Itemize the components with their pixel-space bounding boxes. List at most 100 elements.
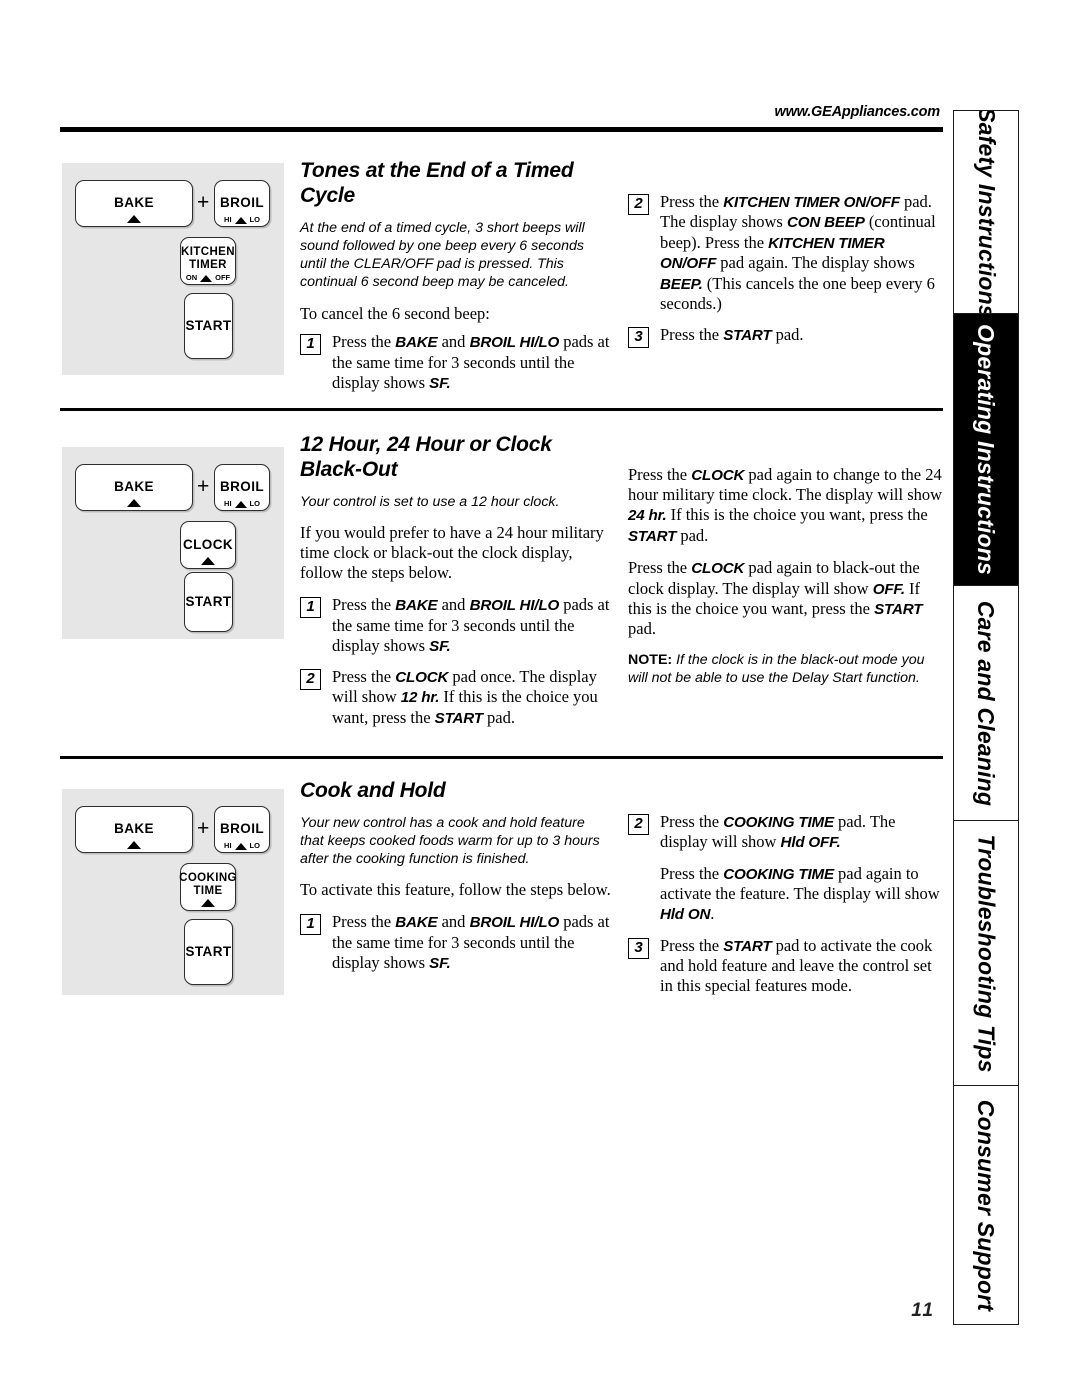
pad-label: BAKE [114, 479, 154, 495]
pad-broil-hi-lo[interactable]: BROIL HI LO [214, 464, 270, 511]
triangle-indicator-icon [234, 843, 247, 850]
pad-label: START [185, 593, 232, 609]
sidebar-tab-label: Safety Instructions [973, 111, 1000, 314]
keyword-start: START [723, 326, 772, 344]
keyword-beep: BEEP. [660, 275, 703, 293]
triangle-indicator-icon [201, 899, 215, 907]
keyword-clock: CLOCK [691, 560, 745, 578]
keyword-off: OFF. [872, 580, 905, 598]
sidebar-tab-operating-instructions[interactable]: Operating Instructions [954, 314, 1018, 586]
step-number: 1 [300, 914, 321, 936]
section-clock-column-right: Press the CLOCK pad again to change to t… [628, 465, 944, 687]
pad-start[interactable]: START [184, 919, 233, 985]
keyword-clock: CLOCK [691, 467, 745, 484]
step-text: Press the START pad to activate the cook… [660, 935, 933, 995]
pad-sublabel-on: ON [185, 273, 198, 282]
pad-label-line2: TIMER [189, 258, 227, 271]
control-panel-diagram-clock: BAKE + BROIL HI LO CLOCK START [62, 447, 284, 639]
step-text: Press the BAKE and BROIL HI/LO pads at t… [332, 912, 610, 972]
pad-start[interactable]: START [184, 572, 233, 632]
keyword-con-beep: CON BEEP [786, 214, 865, 232]
section-lead-tones: To cancel the 6 second beep: [300, 303, 490, 323]
keyword-24-hr: 24 hr. [628, 507, 667, 525]
pad-bake[interactable]: BAKE [75, 464, 193, 511]
pad-start[interactable]: START [184, 293, 233, 359]
pad-label: CLOCK [183, 536, 233, 552]
pad-label: BROIL [220, 195, 264, 211]
pad-sublabels: HI LO [215, 499, 269, 508]
step-number: 1 [300, 334, 321, 356]
keyword-bake: BAKE [395, 914, 438, 932]
pad-sublabel-lo: LO [249, 499, 260, 508]
section-title-cook-and-hold: Cook and Hold [300, 779, 446, 802]
pad-label-line1: KITCHEN [181, 246, 235, 259]
pad-sublabels: ON OFF [181, 273, 235, 282]
pad-sublabel-lo: LO [249, 215, 260, 224]
pad-sublabel-hi: HI [224, 499, 232, 508]
section-cook-hold-column-right: 2 Press the COOKING TIME pad. The displa… [628, 812, 944, 1007]
step-text: Press the COOKING TIME pad. The display … [660, 812, 896, 852]
pad-cooking-time[interactable]: COOKING TIME [179, 863, 237, 911]
keyword-sf: SF. [429, 954, 451, 972]
sidebar-tab-troubleshooting-tips[interactable]: Troubleshooting Tips [954, 821, 1018, 1086]
section-title-clock: 12 Hour, 24 Hour or Clock Black-Out [300, 433, 552, 482]
pad-label: BROIL [220, 479, 264, 495]
keyword-broil-hi-lo: BROIL HI/LO [469, 334, 560, 352]
step-text: Press the START pad. [660, 324, 804, 344]
sidebar-tab-care-and-cleaning[interactable]: Care and Cleaning [954, 586, 1018, 821]
step-item: 1 Press the BAKE and BROIL HI/LO pads at… [300, 595, 612, 656]
triangle-indicator-icon [234, 501, 247, 508]
keyword-broil-hi-lo: BROIL HI/LO [469, 914, 560, 932]
step-item: 1 Press the BAKE and BROIL HI/LO pads at… [300, 332, 612, 393]
step-item: 3 Press the START pad. [628, 325, 944, 348]
section-intro-clock: Your control is set to use a 12 hour clo… [300, 494, 560, 511]
sidebar-tab-label: Troubleshooting Tips [973, 833, 1000, 1073]
step-item: 2 Press the KITCHEN TIMER ON/OFF pad. Th… [628, 192, 944, 314]
keyword-hld-off: Hld OFF. [780, 834, 841, 852]
sidebar-tab-label: Care and Cleaning [973, 600, 1000, 806]
pad-broil-hi-lo[interactable]: BROIL HI LO [214, 806, 270, 853]
sidebar-tab-label: Consumer Support [973, 1099, 1000, 1311]
step-item: 1 Press the BAKE and BROIL HI/LO pads at… [300, 912, 612, 973]
pad-clock[interactable]: CLOCK [180, 521, 236, 569]
pad-bake[interactable]: BAKE [75, 180, 193, 227]
pad-sublabels: HI LO [215, 215, 269, 224]
section-intro-cook-and-hold: Your new control has a cook and hold fea… [300, 815, 600, 868]
step-text: Press the BAKE and BROIL HI/LO pads at t… [332, 595, 610, 655]
keyword-kitchen-timer-on-off: KITCHEN TIMER ON/OFF [723, 194, 900, 211]
plus-sign-icon: + [197, 191, 210, 214]
keyword-start: START [874, 600, 923, 618]
triangle-indicator-icon [127, 841, 141, 849]
control-panel-diagram-tones: BAKE + BROIL HI LO KITCHEN TIMER ON OFF … [62, 163, 284, 375]
sidebar-tab-safety-instructions[interactable]: Safety Instructions [954, 111, 1018, 314]
cook-hold-continuation-paragraph: Press the COOKING TIME pad again to acti… [660, 863, 940, 924]
step-text: Press the BAKE and BROIL HI/LO pads at t… [332, 332, 610, 392]
keyword-start: START [434, 709, 483, 727]
pad-bake[interactable]: BAKE [75, 806, 193, 853]
header-divider-rule [60, 127, 943, 132]
pad-kitchen-timer-on-off[interactable]: KITCHEN TIMER ON OFF [180, 237, 236, 285]
control-panel-diagram-cook-hold: BAKE + BROIL HI LO COOKING TIME START [62, 789, 284, 995]
pad-sublabel-off: OFF [215, 273, 231, 282]
step-number: 3 [628, 326, 649, 348]
step-item: 2 Press the CLOCK pad once. The display … [300, 667, 612, 728]
section-divider-rule [60, 756, 943, 759]
pad-label-line1: COOKING [179, 872, 237, 885]
section-divider-rule [60, 408, 943, 411]
keyword-start: START [723, 937, 772, 955]
step-item: 3 Press the START pad to activate the co… [628, 936, 944, 996]
pad-sublabel-lo: LO [249, 841, 260, 850]
header-website-url: www.GEAppliances.com [774, 104, 941, 120]
page-number: 11 [911, 1300, 935, 1321]
pad-broil-hi-lo[interactable]: BROIL HI LO [214, 180, 270, 227]
manual-page: www.GEAppliances.com Safety Instructions… [0, 0, 1080, 1397]
keyword-sf: SF. [429, 637, 451, 655]
sidebar-tab-consumer-support[interactable]: Consumer Support [954, 1086, 1018, 1324]
section-lead-cook-and-hold: To activate this feature, follow the ste… [300, 880, 611, 900]
plus-sign-icon: + [197, 817, 210, 840]
pad-label: BROIL [220, 821, 264, 837]
step-item: 2 Press the COOKING TIME pad. The displa… [628, 812, 944, 853]
step-text: Press the CLOCK pad once. The display wi… [332, 667, 598, 727]
keyword-clock: CLOCK [395, 669, 449, 686]
pad-label: BAKE [114, 821, 154, 837]
